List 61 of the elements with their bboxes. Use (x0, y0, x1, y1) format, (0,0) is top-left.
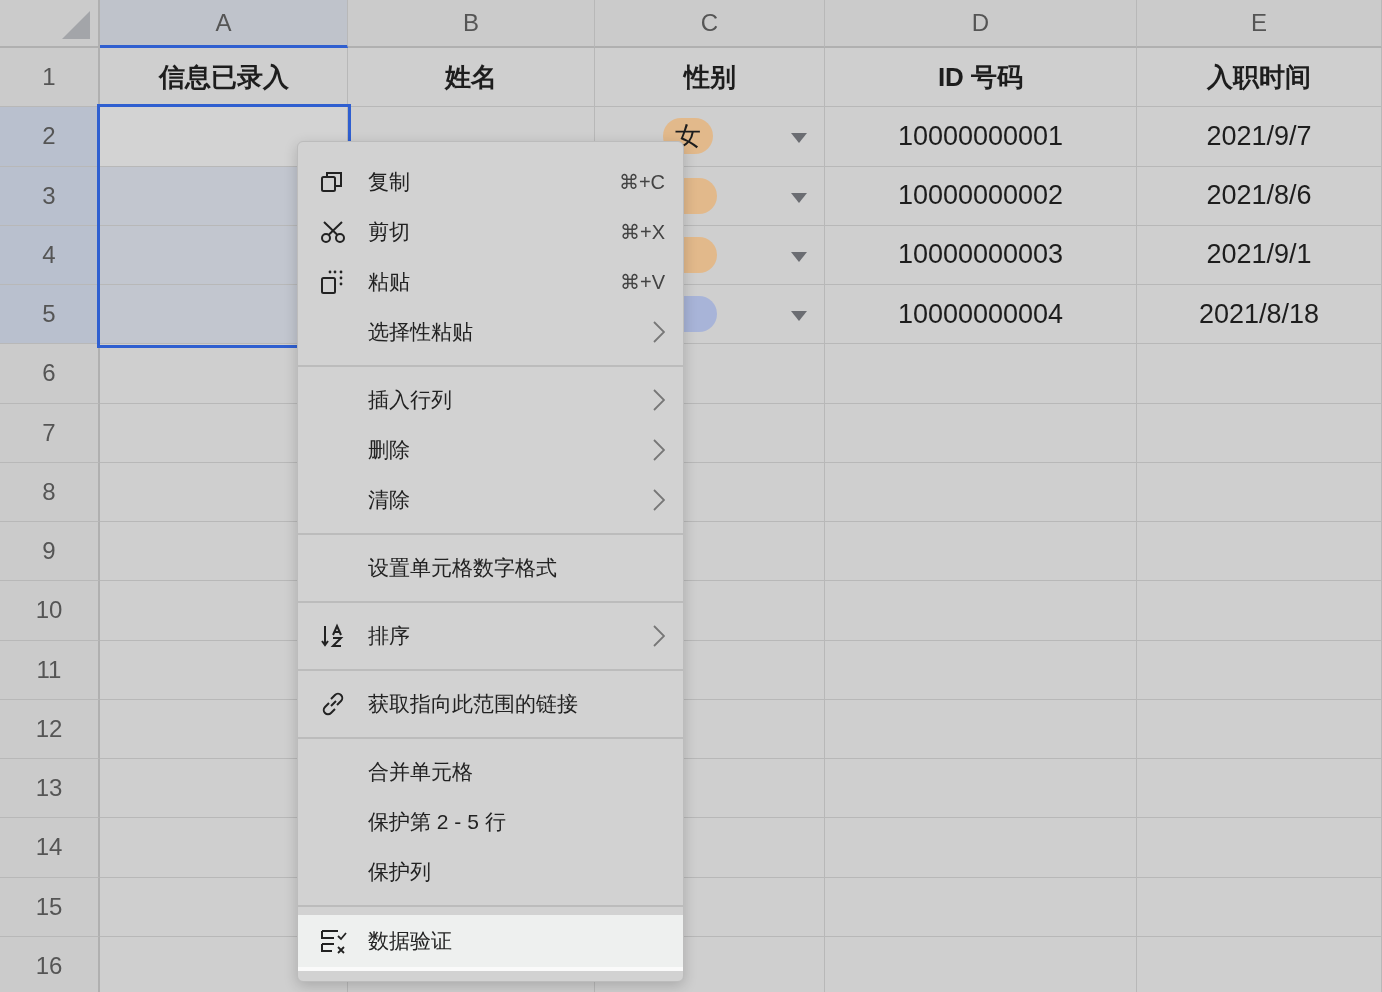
menu-item[interactable]: 保护列 (298, 847, 683, 897)
column-header[interactable]: D (825, 0, 1137, 48)
menu-item[interactable]: 数据验证 (298, 915, 683, 971)
column-header[interactable]: B (348, 0, 595, 48)
table-header-cell: 入职时间 (1137, 48, 1382, 108)
row-header[interactable]: 11 (0, 640, 100, 700)
column-header[interactable]: A (100, 0, 348, 48)
dropdown-arrow-icon[interactable] (791, 251, 807, 262)
table-header-cell: 姓名 (348, 48, 595, 108)
validation-icon (320, 928, 348, 954)
row-header[interactable]: 10 (0, 581, 100, 641)
row-header[interactable]: 13 (0, 759, 100, 819)
menu-item[interactable]: 清除 (298, 475, 683, 525)
menu-item[interactable]: 插入行列 (298, 375, 683, 425)
shortcut-label: ⌘+C (618, 170, 665, 194)
row-header[interactable]: 9 (0, 522, 100, 582)
dropdown-arrow-icon[interactable] (791, 192, 807, 203)
row-header[interactable]: 6 (0, 344, 100, 404)
menu-item[interactable]: 选择性粘贴 (298, 307, 683, 357)
menu-item[interactable]: 粘贴 ⌘+V (298, 257, 683, 307)
menu-item[interactable]: 合并单元格 (298, 747, 683, 797)
row-header[interactable]: 7 (0, 403, 100, 463)
menu-item[interactable]: 保护第 2 - 5 行 (298, 797, 683, 847)
sort-icon (320, 623, 346, 649)
row-header[interactable]: 2 (0, 107, 100, 167)
select-all-corner[interactable] (0, 0, 100, 48)
table-cell[interactable]: 2021/8/18 (1137, 285, 1382, 345)
row-header[interactable]: 3 (0, 166, 100, 226)
menu-item[interactable]: 获取指向此范围的链接 (298, 679, 683, 729)
row-header[interactable]: 4 (0, 225, 100, 285)
row-header[interactable]: 12 (0, 699, 100, 759)
column-header[interactable]: C (595, 0, 825, 48)
column-header[interactable]: E (1137, 0, 1382, 48)
menu-item[interactable]: 排序 (298, 611, 683, 661)
corner-triangle-icon (62, 11, 90, 39)
table-header-cell: 性别 (595, 48, 825, 108)
menu-item[interactable]: 删除 (298, 425, 683, 475)
row-header[interactable]: 14 (0, 818, 100, 878)
link-icon (320, 691, 346, 717)
row-header[interactable]: 15 (0, 877, 100, 937)
table-cell[interactable] (100, 107, 348, 167)
table-header-cell: ID 号码 (825, 48, 1137, 108)
table-cell[interactable]: 10000000001 (825, 107, 1137, 167)
dropdown-arrow-icon[interactable] (791, 133, 807, 144)
menu-item[interactable]: 剪切 ⌘+X (298, 207, 683, 257)
dropdown-arrow-icon[interactable] (791, 311, 807, 321)
shortcut-label: ⌘+X (619, 220, 665, 244)
row-header[interactable]: 1 (0, 48, 100, 108)
row-header[interactable]: 5 (0, 285, 100, 345)
shortcut-label: ⌘+V (619, 270, 665, 294)
table-cell[interactable]: 10000000003 (825, 225, 1137, 285)
table-cell[interactable]: 10000000004 (825, 285, 1137, 345)
copy-icon (320, 170, 344, 194)
menu-item[interactable]: 设置单元格数字格式 (298, 543, 683, 593)
table-cell[interactable]: 2021/8/6 (1137, 166, 1382, 226)
row-header[interactable]: 8 (0, 462, 100, 522)
row-header[interactable]: 16 (0, 936, 100, 992)
table-cell[interactable]: 2021/9/1 (1137, 225, 1382, 285)
table-cell[interactable]: 2021/9/7 (1137, 107, 1382, 167)
scissors-icon (320, 220, 346, 244)
table-cell[interactable]: 10000000002 (825, 166, 1137, 226)
